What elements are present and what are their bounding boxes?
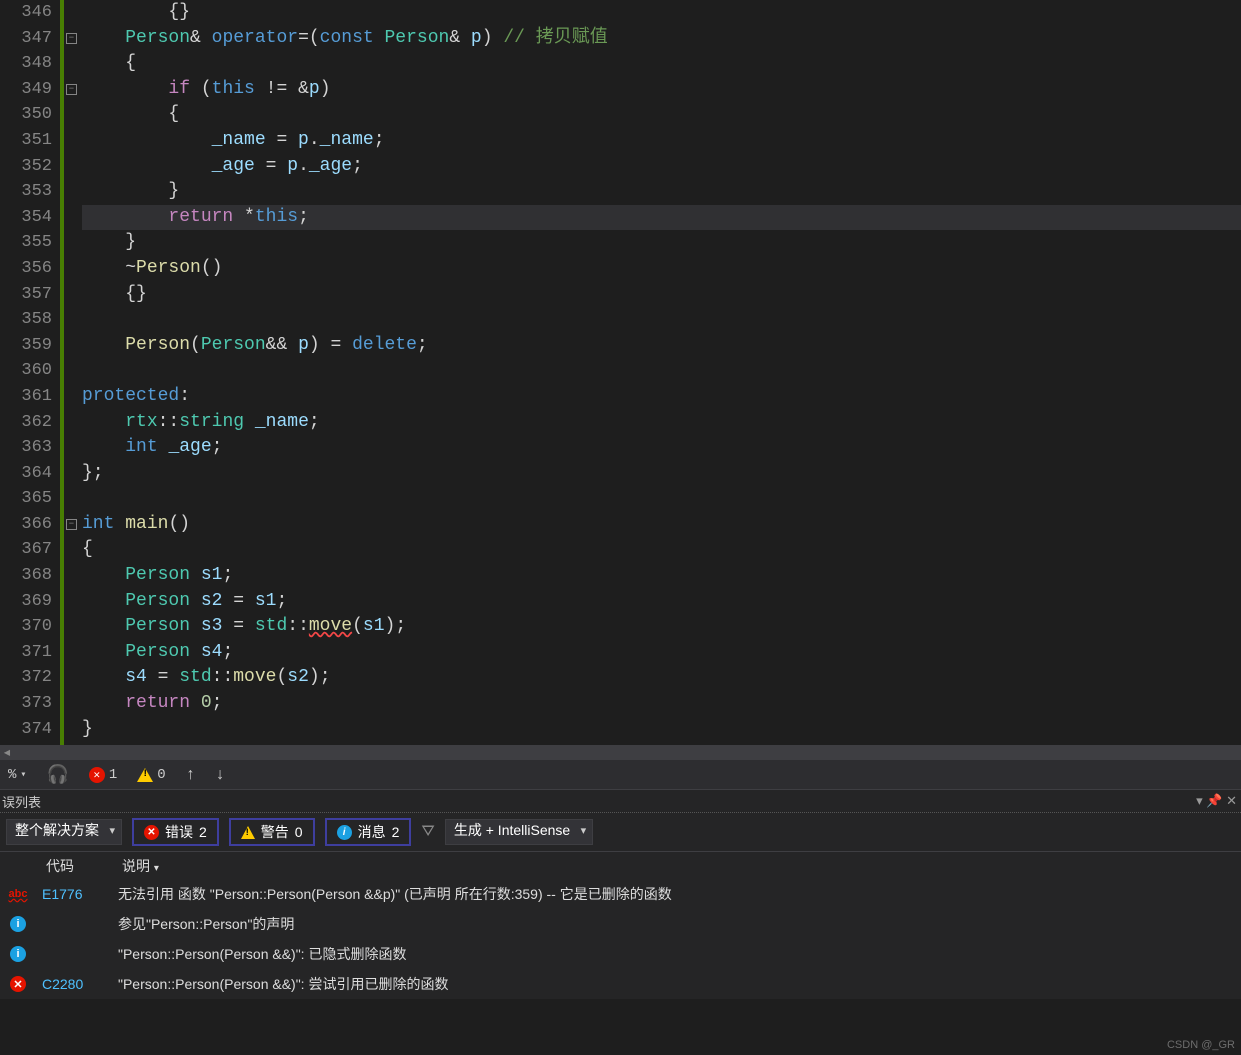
status-warnings[interactable]: 0: [137, 767, 165, 783]
error-row[interactable]: i "Person::Person(Person &&)": 已隐式删除函数: [0, 939, 1241, 969]
error-description: 参见"Person::Person"的声明: [112, 914, 1241, 934]
error-icon: ✕: [10, 976, 26, 992]
info-icon: i: [10, 946, 26, 962]
fold-toggle[interactable]: −: [66, 84, 77, 95]
horizontal-scrollbar[interactable]: ◂: [0, 745, 1241, 759]
error-description: "Person::Person(Person &&)": 尝试引用已删除的函数: [112, 974, 1241, 994]
error-list-toolbar: 整个解决方案 ✕ 错误 2 警告 0 i 消息 2 ⛛ 生成 + Intelli…: [0, 813, 1241, 851]
error-row[interactable]: abc E1776无法引用 函数 "Person::Person(Person &…: [0, 879, 1241, 909]
info-icon: i: [10, 916, 26, 932]
status-errors[interactable]: ✕ 1: [89, 767, 117, 783]
scroll-left-icon[interactable]: ◂: [0, 745, 14, 759]
warning-icon: [137, 768, 153, 782]
source-selector[interactable]: 生成 + IntelliSense: [445, 819, 593, 845]
error-row[interactable]: i 参见"Person::Person"的声明: [0, 909, 1241, 939]
errors-filter-pill[interactable]: ✕ 错误 2: [132, 818, 219, 846]
fold-toggle[interactable]: −: [66, 519, 77, 530]
messages-filter-pill[interactable]: i 消息 2: [325, 818, 412, 846]
code-editor[interactable]: 3463473483493503513523533543553563573583…: [0, 0, 1241, 745]
column-code[interactable]: 代码: [36, 856, 112, 876]
filter-icon[interactable]: ⛛: [421, 823, 434, 841]
error-list-columns: 代码 说明 ▾: [0, 851, 1241, 879]
error-list-panel-header: 误列表 ▾ 📌 ✕: [0, 789, 1241, 813]
nav-down-icon[interactable]: ↓: [215, 766, 225, 784]
intellisense-error-icon: abc: [9, 888, 28, 900]
error-code: C2280: [36, 976, 112, 992]
fold-toggle[interactable]: −: [66, 33, 77, 44]
zoom-percent[interactable]: % ▾: [8, 767, 26, 783]
error-row[interactable]: ✕ C2280"Person::Person(Person &&)": 尝试引用已…: [0, 969, 1241, 999]
error-list[interactable]: abc E1776无法引用 函数 "Person::Person(Person &…: [0, 879, 1241, 999]
warnings-filter-pill[interactable]: 警告 0: [229, 818, 315, 846]
code-area[interactable]: {} Person& operator=(const Person& p) //…: [80, 0, 1241, 745]
scope-selector[interactable]: 整个解决方案: [6, 819, 122, 845]
panel-title: 误列表: [2, 792, 41, 811]
nav-up-icon[interactable]: ↑: [186, 766, 196, 784]
error-icon: ✕: [89, 767, 105, 783]
line-number-gutter: 3463473483493503513523533543553563573583…: [0, 0, 60, 745]
fold-column[interactable]: − − −: [64, 0, 80, 745]
status-bar: % ▾ 🎧 ✕ 1 0 ↑ ↓: [0, 759, 1241, 789]
info-icon: i: [337, 825, 352, 840]
error-icon: ✕: [144, 825, 159, 840]
watermark: CSDN @_GR: [1167, 1039, 1235, 1051]
error-code: E1776: [36, 886, 112, 902]
pin-icon[interactable]: ▾ 📌 ✕: [1196, 793, 1241, 809]
column-description[interactable]: 说明 ▾: [112, 856, 169, 876]
intellisense-icon[interactable]: 🎧: [46, 764, 68, 786]
warning-icon: [241, 826, 255, 839]
error-description: 无法引用 函数 "Person::Person(Person &&p)" (已声…: [112, 884, 1241, 904]
error-description: "Person::Person(Person &&)": 已隐式删除函数: [112, 944, 1241, 964]
